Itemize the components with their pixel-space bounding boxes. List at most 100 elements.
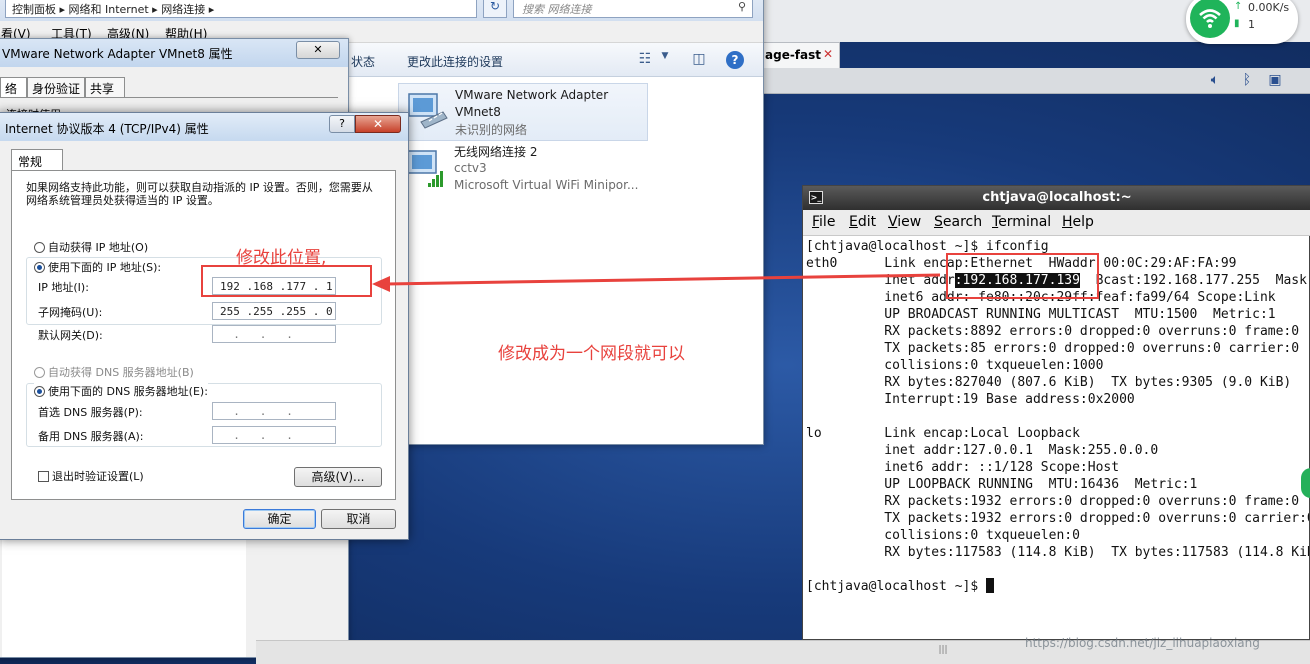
search-input[interactable]: 搜索 网络连接 ⚲ bbox=[513, 0, 753, 18]
terminal-title: >_ chtjava@localhost:~ bbox=[803, 186, 1310, 210]
manual-dns-option[interactable]: 使用下面的 DNS 服务器地址(E): bbox=[34, 383, 208, 399]
alternate-dns-label: 备用 DNS 服务器(A): bbox=[38, 430, 144, 443]
terminal-line: lo Link encap:Local Loopback bbox=[806, 426, 1080, 441]
terminal-prompt: [chtjava@localhost ~]$ bbox=[806, 578, 995, 595]
adapter-name: VMware Network Adapter VMnet8 bbox=[455, 87, 608, 121]
menu-mnemonic: F bbox=[812, 214, 820, 230]
text-cursor bbox=[986, 578, 995, 593]
tab-sharing[interactable]: 共享 bbox=[85, 77, 125, 97]
help-icon[interactable]: ? bbox=[726, 51, 744, 69]
intro-text: 如果网络支持此功能，则可以获取自动指派的 IP 设置。否则，您需要从网络系统管理… bbox=[26, 181, 373, 207]
terminal-line: RX packets:1932 errors:0 dropped:0 overr… bbox=[806, 494, 1300, 509]
menu-terminal[interactable]: Terminal bbox=[992, 214, 1051, 230]
ipv4-properties-dialog: Internet 协议版本 4 (TCP/IPv4) 属性 ? ✕ 常规 如果网… bbox=[0, 112, 409, 540]
manual-ip-option[interactable]: 使用下面的 IP 地址(S): bbox=[34, 259, 162, 275]
menu-mnemonic: E bbox=[849, 214, 858, 230]
tab-close-icon[interactable]: ✕ bbox=[823, 47, 833, 61]
terminal-line: collisions:0 txqueuelen:1000 bbox=[806, 358, 1104, 373]
help-button[interactable]: ? bbox=[329, 115, 355, 133]
upload-arrow-icon: ↑ bbox=[1234, 1, 1243, 12]
menu-label: iew bbox=[897, 214, 922, 230]
terminal-line: collisions:0 txqueuelen:0 bbox=[806, 528, 1080, 543]
menu-file[interactable]: File bbox=[812, 214, 835, 230]
chevron-down-icon[interactable]: ▼ bbox=[655, 51, 675, 69]
connection-count: 1 bbox=[1248, 18, 1255, 31]
adapter-status: 未识别的网络 bbox=[455, 123, 528, 137]
gateway-field[interactable]: . . . bbox=[212, 325, 336, 343]
view-options-icon[interactable]: ☷ bbox=[635, 51, 655, 69]
floating-widget-handle[interactable] bbox=[1301, 468, 1310, 498]
menu-edit[interactable]: Edit bbox=[849, 214, 876, 230]
ok-button[interactable]: 确定 bbox=[243, 509, 316, 529]
menu-view[interactable]: View bbox=[888, 214, 921, 230]
bluetooth-icon[interactable]: ᛒ bbox=[1238, 72, 1256, 90]
tab-general[interactable]: 常规 bbox=[11, 149, 63, 171]
terminal-line: UP BROADCAST RUNNING MULTICAST MTU:1500 … bbox=[806, 307, 1276, 322]
close-button[interactable]: ✕ bbox=[296, 41, 340, 59]
menu-help[interactable]: Help bbox=[1062, 214, 1094, 230]
terminal-icon: >_ bbox=[809, 191, 823, 204]
general-panel: 如果网络支持此功能，则可以获取自动指派的 IP 设置。否则，您需要从网络系统管理… bbox=[11, 170, 396, 500]
menu-mnemonic: V bbox=[888, 214, 898, 230]
tab-authentication[interactable]: 身份验证 bbox=[27, 77, 85, 97]
menu-mnemonic: S bbox=[934, 214, 943, 230]
auto-ip-option[interactable]: 自动获得 IP 地址(O) bbox=[34, 239, 148, 255]
terminal-line: UP LOOPBACK RUNNING MTU:16436 Metric:1 bbox=[806, 477, 1198, 492]
tab-networking[interactable]: 络 bbox=[0, 77, 27, 97]
manual-dns-label: 使用下面的 DNS 服务器地址(E): bbox=[48, 385, 208, 398]
browser-tab[interactable]: age-fast ✕ bbox=[760, 42, 840, 68]
terminal-line: Interrupt:19 Base address:0x2000 bbox=[806, 392, 1135, 407]
subnet-mask-field[interactable]: 255 .255 .255 . 0 bbox=[212, 302, 336, 320]
menu-mnemonic: H bbox=[1062, 214, 1073, 230]
preferred-dns-field[interactable]: . . . bbox=[212, 402, 336, 420]
menu-search[interactable]: Search bbox=[934, 214, 982, 230]
ip-address-label: IP 地址(I): bbox=[38, 281, 89, 294]
battery-icon: ▮ bbox=[1234, 18, 1240, 29]
subnet-mask-label: 子网掩码(U): bbox=[38, 306, 103, 319]
scroll-grip-icon[interactable]: ||| bbox=[936, 645, 950, 659]
terminal-line: RX bytes:117583 (114.8 KiB) TX bytes:117… bbox=[806, 545, 1309, 560]
address-bar: 控制面板 ▸ 网络和 Internet ▸ 网络连接 ▸ ↻ 搜索 网络连接 ⚲ bbox=[0, 0, 763, 21]
refresh-button[interactable]: ↻ bbox=[483, 0, 507, 18]
adapter-device: Microsoft Virtual WiFi Minipor... bbox=[454, 178, 639, 192]
validate-on-exit-option[interactable]: 退出时验证设置(L) bbox=[38, 468, 144, 484]
auto-dns-label: 自动获得 DNS 服务器地址(B) bbox=[48, 366, 194, 379]
radio-button-disabled[interactable] bbox=[34, 367, 45, 378]
advanced-button[interactable]: 高级(V)... bbox=[294, 467, 382, 487]
status-command[interactable]: 状态 bbox=[351, 53, 375, 70]
auto-ip-label: 自动获得 IP 地址(O) bbox=[48, 241, 149, 254]
adapter-name-line2: VMnet8 bbox=[455, 105, 501, 119]
terminal-text: Bcast:192.168.177.255 Mask:255.255.255.0 bbox=[1095, 273, 1309, 288]
annotation-arrow-icon bbox=[372, 273, 941, 292]
menu-label: ile bbox=[819, 214, 836, 230]
close-button[interactable]: ✕ bbox=[355, 115, 401, 133]
checkbox[interactable] bbox=[38, 471, 49, 482]
network-speed-widget[interactable]: ↑ ▮ 0.00K/s 1 bbox=[1186, 0, 1298, 44]
search-icon[interactable]: ⚲ bbox=[738, 0, 746, 13]
terminal-line: TX packets:1932 errors:0 dropped:0 overr… bbox=[806, 511, 1309, 526]
adapter-name-line1: VMware Network Adapter bbox=[455, 88, 609, 102]
adapter-vmnet8[interactable]: VMware Network Adapter VMnet8 未识别的网络 bbox=[398, 83, 648, 141]
search-placeholder: 搜索 网络连接 bbox=[522, 3, 592, 16]
preview-pane-icon[interactable]: ◫ bbox=[689, 51, 709, 69]
auto-dns-option[interactable]: 自动获得 DNS 服务器地址(B) bbox=[34, 364, 194, 380]
alternate-dns-field[interactable]: . . . bbox=[212, 426, 336, 444]
menu-label: elp bbox=[1072, 214, 1094, 230]
adapter-wireless-2[interactable]: 无线网络连接 2 cctv3 Microsoft Virtual WiFi Mi… bbox=[398, 141, 648, 199]
browser-tab-label: age-fast bbox=[765, 48, 822, 62]
change-settings-command[interactable]: 更改此连接的设置 bbox=[407, 53, 503, 70]
gateway-label: 默认网关(D): bbox=[38, 329, 103, 342]
radio-button-selected[interactable] bbox=[34, 262, 45, 273]
speaker-icon[interactable]: 🔈︎ bbox=[1206, 72, 1224, 90]
menu-label: erminal bbox=[998, 214, 1052, 230]
terminal-line: inet addr:127.0.0.1 Mask:255.0.0.0 bbox=[806, 443, 1159, 458]
network-monitor-icon[interactable]: ▣ bbox=[1266, 72, 1284, 90]
radio-button[interactable] bbox=[34, 242, 45, 253]
browser-toolbar bbox=[760, 68, 1310, 94]
prompt-text: [chtjava@localhost ~]$ bbox=[806, 579, 987, 594]
breadcrumb[interactable]: 控制面板 ▸ 网络和 Internet ▸ 网络连接 ▸ bbox=[5, 0, 477, 18]
annotation-box-terminal-ip bbox=[946, 253, 1099, 299]
radio-button-selected[interactable] bbox=[34, 386, 45, 397]
annotation-note-modify-here: 修改此位置, bbox=[236, 248, 327, 268]
cancel-button[interactable]: 取消 bbox=[321, 509, 396, 529]
